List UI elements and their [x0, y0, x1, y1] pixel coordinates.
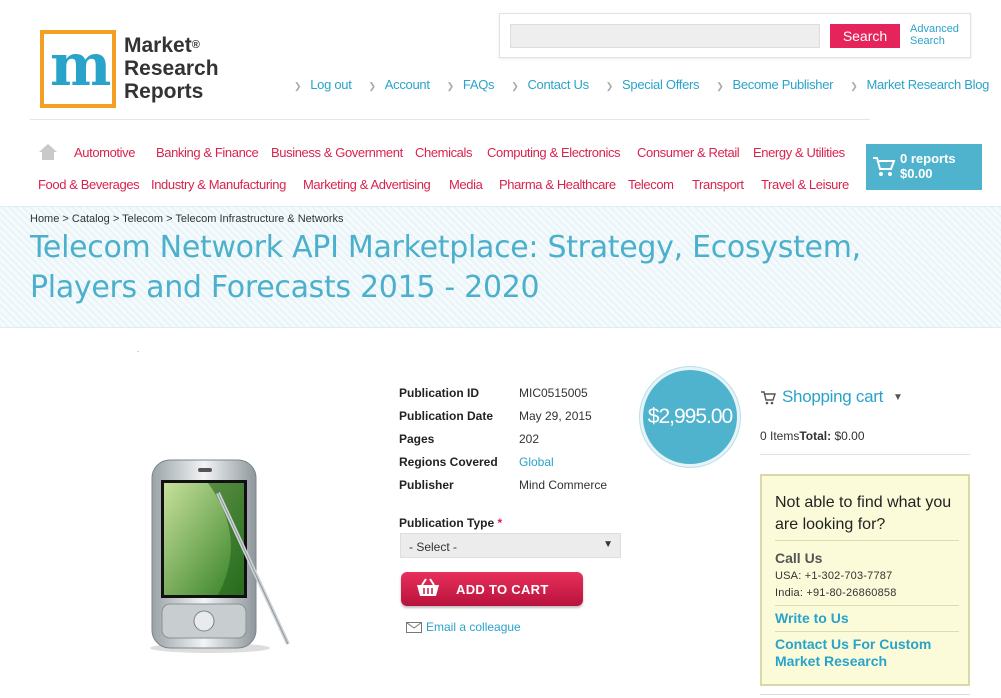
detail-label: Regions Covered [399, 455, 498, 469]
cart-summary: 0 reports $0.00 [900, 151, 956, 181]
chevron-down-icon[interactable]: ▼ [893, 392, 903, 403]
divider [775, 631, 959, 632]
top-nav: ❯ Log out ❯ Account ❯ FAQs ❯ Contact Us ❯ Spe… [294, 77, 1001, 92]
publication-type-select[interactable]: - Select - ▼ [400, 533, 621, 558]
category-consumer-retail[interactable]: Consumer & Retail [637, 145, 740, 160]
help-box: Not able to find what you are looking fo… [760, 474, 970, 686]
custom-research-link[interactable]: Contact Us For Custom Market Research [775, 636, 960, 670]
detail-label: Publication Date [399, 409, 494, 423]
special-offers-link[interactable]: ❯ Special Offers [606, 77, 700, 92]
become-publisher-link[interactable]: ❯ Become Publisher [716, 77, 833, 92]
category-telecom[interactable]: Telecom [628, 177, 674, 192]
usa-phone[interactable]: USA: +1-302-703-7787 [775, 570, 892, 582]
site-logo[interactable]: m Market® Research Reports [40, 30, 220, 110]
price-badge: $2,995.00 [640, 367, 740, 467]
publication-type-label: Publication Type * [399, 516, 503, 530]
publication-date: May 29, 2015 [519, 409, 592, 423]
category-automotive[interactable]: Automotive [74, 145, 135, 160]
logo-mark-icon: m [40, 30, 116, 108]
category-travel-leisure[interactable]: Travel & Leisure [761, 177, 849, 192]
write-to-us-link[interactable]: Write to Us [775, 610, 849, 627]
account-link[interactable]: ❯ Account [369, 77, 430, 92]
page-title: Telecom Network API Marketplace: Strateg… [30, 230, 861, 305]
chevron-down-icon: ▼ [603, 539, 613, 550]
detail-label: Publisher [399, 478, 454, 492]
basket-icon [417, 578, 439, 596]
divider [760, 454, 970, 455]
category-banking-finance[interactable]: Banking & Finance [156, 145, 259, 160]
category-media[interactable]: Media [449, 177, 483, 192]
search-panel: Search Advanced Search [499, 13, 971, 58]
india-phone[interactable]: India: +91-80-26860858 [775, 587, 897, 599]
help-question: Not able to find what you are looking fo… [775, 494, 952, 533]
logo-text: Market® Research Reports [124, 34, 219, 103]
region-link[interactable]: Global [519, 455, 554, 469]
category-food-beverages[interactable]: Food & Beverages [38, 177, 140, 192]
shopping-cart-heading[interactable]: Shopping cart ▼ [760, 387, 903, 407]
divider [775, 540, 959, 541]
advanced-search-link[interactable]: Advanced Search [910, 23, 970, 47]
publication-id: MIC0515005 [519, 386, 588, 400]
publisher-name: Mind Commerce [519, 478, 608, 492]
category-industry-manufacturing[interactable]: Industry & Manufacturing [151, 177, 286, 192]
category-computing-electronics[interactable]: Computing & Electronics [487, 145, 621, 160]
category-business-government[interactable]: Business & Government [271, 145, 403, 160]
divider [775, 605, 959, 606]
contact-us-link[interactable]: ❯ Contact Us [511, 77, 589, 92]
faqs-link[interactable]: ❯ FAQs [447, 77, 495, 92]
home-icon[interactable] [38, 143, 58, 161]
email-colleague-link[interactable]: Email a colleague [406, 620, 521, 634]
blog-link[interactable]: ❯ Market Research Blog [850, 77, 989, 92]
header-divider [30, 119, 870, 120]
category-energy-utilities[interactable]: Energy & Utilities [753, 145, 845, 160]
header-cart[interactable]: 0 reports $0.00 [866, 144, 982, 190]
call-us-heading: Call Us [775, 550, 823, 566]
category-pharma-healthcare[interactable]: Pharma & Healthcare [499, 177, 616, 192]
divider [760, 694, 970, 695]
logout-link[interactable]: ❯ Log out [294, 77, 352, 92]
cart-icon [873, 157, 896, 176]
category-transport[interactable]: Transport [692, 177, 744, 192]
category-chemicals[interactable]: Chemicals [415, 145, 472, 160]
search-input[interactable] [510, 24, 820, 48]
cart-icon [761, 390, 776, 404]
detail-label: Publication ID [399, 386, 480, 400]
breadcrumb[interactable]: Home > Catalog > Telecom > Telecom Infra… [30, 213, 344, 225]
add-to-cart-button[interactable]: ADD TO CART [401, 572, 583, 606]
envelope-icon [406, 622, 422, 634]
search-button[interactable]: Search [830, 24, 900, 48]
shopping-cart-summary: 0 ItemsTotal: $0.00 [760, 429, 865, 443]
product-phone-image [150, 459, 290, 653]
category-marketing-advertising[interactable]: Marketing & Advertising [303, 177, 431, 192]
stray-dot: . [137, 345, 140, 354]
detail-label: Pages [399, 432, 435, 446]
pages-count: 202 [519, 432, 540, 446]
